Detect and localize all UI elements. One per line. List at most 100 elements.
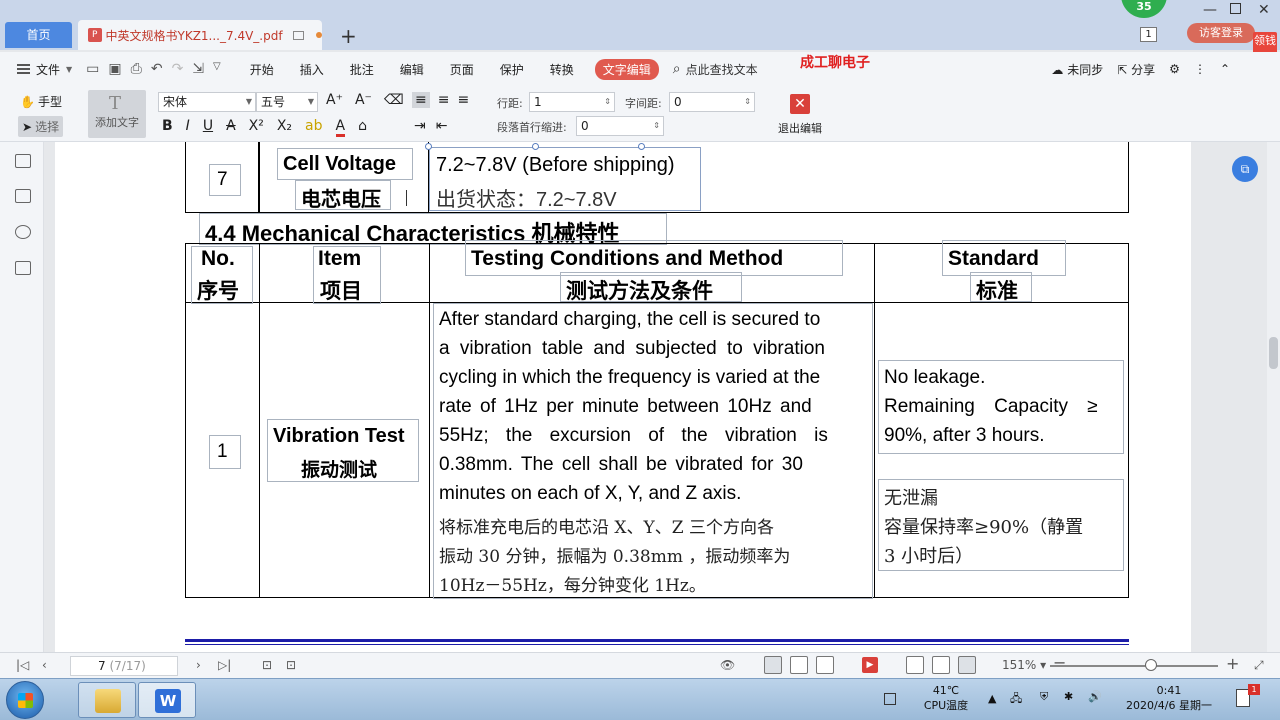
font-size-select[interactable]: 五号 ▼ xyxy=(256,92,318,112)
play-slideshow-icon[interactable]: ▶ xyxy=(862,657,878,673)
hand-tool-button[interactable]: ✋ 手型 xyxy=(20,93,62,110)
image-icon[interactable] xyxy=(15,189,31,203)
strikethrough-icon[interactable]: A xyxy=(226,118,236,137)
highlight-icon[interactable]: ab xyxy=(305,118,322,137)
outline-icon[interactable] xyxy=(15,154,31,168)
first-page-icon[interactable]: |◁ xyxy=(16,658,29,672)
floating-tool-button[interactable]: ⧉ xyxy=(1232,156,1258,182)
window-count-badge[interactable]: 1 xyxy=(1140,27,1157,42)
print-icon[interactable]: ⎙ xyxy=(131,61,142,77)
align-center-icon[interactable]: ≡ xyxy=(438,92,450,108)
screen-icon[interactable] xyxy=(292,30,305,40)
next-page-icon[interactable]: › xyxy=(196,658,201,672)
fit-width-icon[interactable] xyxy=(958,656,976,674)
eye-protection-icon[interactable]: 👁 xyxy=(720,658,735,672)
menu-start[interactable]: 开始 xyxy=(237,61,287,78)
taskbar-wps[interactable]: W xyxy=(138,682,196,718)
menu-annotate[interactable]: 批注 xyxy=(337,61,387,78)
monitor-tray-icon[interactable] xyxy=(884,693,896,705)
add-text-button[interactable]: T 添加文字 xyxy=(88,90,146,138)
bold-icon[interactable]: B xyxy=(162,118,173,137)
underline-icon[interactable]: U xyxy=(203,118,213,137)
settings-gear-icon[interactable]: ⚙ xyxy=(1169,62,1180,76)
zoom-slider[interactable] xyxy=(1050,665,1218,667)
select-tool-button[interactable]: ➤ 选择 xyxy=(18,116,64,137)
stamp-icon[interactable] xyxy=(15,225,31,239)
menu-protect[interactable]: 保护 xyxy=(487,61,537,78)
fullscreen-icon[interactable]: ⤢ xyxy=(1254,658,1264,673)
superscript-icon[interactable]: X² xyxy=(249,118,264,137)
bluetooth-tray-icon[interactable]: ✱ xyxy=(1064,690,1073,703)
visitor-login-button[interactable]: 访客登录 xyxy=(1187,23,1255,43)
clock[interactable]: 0:41 2020/4/6 星期一 xyxy=(1112,684,1226,713)
zoom-level-select[interactable]: 151% ▾ xyxy=(1002,658,1046,672)
forward-view-icon[interactable]: ⊡ xyxy=(286,658,296,672)
back-view-icon[interactable]: ⊡ xyxy=(262,658,272,672)
zoom-in-icon[interactable]: + xyxy=(1226,654,1239,673)
subscript-icon[interactable]: X₂ xyxy=(277,118,292,137)
continuous-view-icon[interactable] xyxy=(764,656,782,674)
resize-handle[interactable] xyxy=(532,143,539,150)
menu-convert[interactable]: 转换 xyxy=(537,61,587,78)
redo-icon[interactable]: ↷ xyxy=(172,61,184,77)
notification-badge[interactable]: 35 xyxy=(1121,0,1167,18)
text-effect-icon[interactable]: ⌂ xyxy=(358,118,367,137)
prev-page-icon[interactable]: ‹ xyxy=(42,658,47,672)
network-tray-icon[interactable]: 🖧 xyxy=(1010,690,1022,709)
menu-text-edit-active[interactable]: 文字编辑 xyxy=(594,58,659,80)
first-line-indent-input[interactable]: 0 ⇕ xyxy=(576,116,664,136)
tab-home[interactable]: 首页 xyxy=(5,22,72,48)
clear-format-icon[interactable]: ⌫ xyxy=(384,92,404,108)
collapse-ribbon-icon[interactable]: ⌃ xyxy=(1220,62,1230,76)
volume-tray-icon[interactable]: 🔊 xyxy=(1088,690,1102,703)
maximize-icon[interactable] xyxy=(1230,3,1241,14)
signature-icon[interactable] xyxy=(15,261,31,275)
resize-handle[interactable] xyxy=(638,143,645,150)
increase-indent-icon[interactable]: ⇥ xyxy=(414,118,426,134)
single-page-view-icon[interactable] xyxy=(790,656,808,674)
start-button[interactable] xyxy=(6,681,44,719)
menu-page[interactable]: 页面 xyxy=(437,61,487,78)
share-button[interactable]: ⇱ 分享 xyxy=(1117,61,1155,78)
more-chevron-icon[interactable]: ▽ xyxy=(213,61,221,77)
zoom-out-icon[interactable]: − xyxy=(1053,653,1066,672)
export-icon[interactable]: ⇲ xyxy=(192,61,204,77)
cpu-temp-widget[interactable]: 41℃ CPU温度 xyxy=(916,684,976,713)
document-view[interactable]: 7 Cell Voltage 电芯电压 7.2~7.8V (Before shi… xyxy=(45,142,1267,652)
undo-icon[interactable]: ↶ xyxy=(151,61,163,77)
page-number-input[interactable]: 7 (7/17) xyxy=(70,656,178,676)
tab-document[interactable]: P 中英文规格书YKZ1..._7.4V_.pdf xyxy=(78,20,322,50)
security-tray-icon[interactable]: ⛨ xyxy=(1040,690,1048,704)
menu-insert[interactable]: 插入 xyxy=(287,61,337,78)
increase-font-icon[interactable]: A⁺ xyxy=(326,92,343,108)
new-tab-button[interactable]: + xyxy=(340,24,357,48)
close-icon[interactable]: ✕ xyxy=(1258,2,1270,18)
italic-icon[interactable]: I xyxy=(186,118,190,137)
scrollbar-thumb[interactable] xyxy=(1269,337,1278,369)
fit-page-icon[interactable] xyxy=(932,656,950,674)
align-left-icon[interactable]: ≡ xyxy=(412,92,430,108)
last-page-icon[interactable]: ▷| xyxy=(218,658,231,672)
resize-handle[interactable] xyxy=(425,143,432,150)
decrease-indent-icon[interactable]: ⇤ xyxy=(436,118,448,134)
line-spacing-input[interactable]: 1 ⇕ xyxy=(529,92,615,112)
sync-status[interactable]: ☁ 未同步 xyxy=(1051,61,1103,78)
actual-size-icon[interactable] xyxy=(906,656,924,674)
zoom-slider-handle[interactable] xyxy=(1145,659,1157,671)
open-folder-icon[interactable]: ▭ xyxy=(86,61,99,77)
vertical-scrollbar[interactable] xyxy=(1267,142,1280,652)
char-spacing-input[interactable]: 0 ⇕ xyxy=(669,92,755,112)
decrease-font-icon[interactable]: A⁻ xyxy=(355,92,372,108)
taskbar-explorer[interactable] xyxy=(78,682,136,718)
file-menu[interactable]: 文件 ▼ xyxy=(17,61,72,78)
two-page-view-icon[interactable] xyxy=(816,656,834,674)
font-name-select[interactable]: 宋体 ▼ xyxy=(158,92,256,112)
exit-edit-button[interactable]: ✕ 退出编辑 xyxy=(778,94,822,136)
menu-edit[interactable]: 编辑 xyxy=(387,61,437,78)
show-hidden-icons[interactable]: ▲ xyxy=(988,692,996,705)
font-color-icon[interactable]: A xyxy=(335,118,346,137)
find-text-search[interactable]: ⌕ 点此查找文本 xyxy=(673,61,758,78)
more-options-icon[interactable]: ⋮ xyxy=(1194,62,1206,76)
save-icon[interactable]: ▣ xyxy=(108,61,121,77)
minimize-icon[interactable]: — xyxy=(1203,2,1217,18)
